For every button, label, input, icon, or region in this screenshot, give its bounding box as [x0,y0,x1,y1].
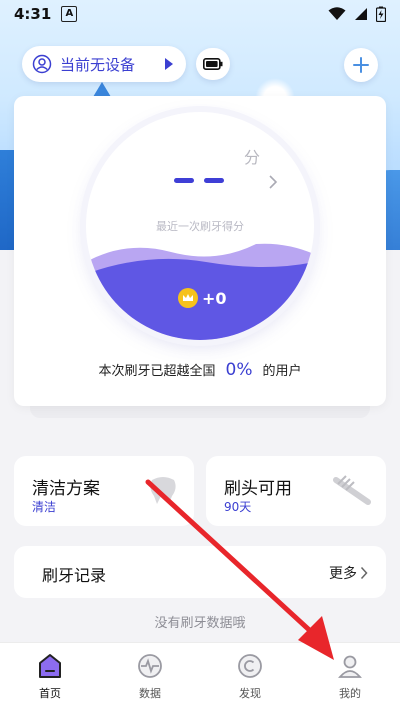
coin-crown-icon [178,288,198,308]
coin-reward: +0 [178,288,227,308]
user-circle-icon [32,54,52,74]
plus-icon [353,57,369,73]
status-bar: 4:31 A [0,0,400,28]
notification-a-icon: A [61,6,78,22]
records-more-link[interactable]: 更多 [329,563,368,583]
bottom-navigation: 首页 数据 发现 我的 [0,642,400,710]
discover-icon [238,654,262,678]
exceed-prefix: 本次刷牙已超越全国 [98,364,216,379]
records-title: 刷牙记录 [42,566,107,585]
score-caption: 最近一次刷牙得分 [156,220,244,233]
battery-icon [203,58,223,70]
chevron-right-icon [360,566,368,580]
device-selector[interactable]: 当前无设备 [22,46,186,82]
clean-plan-subtitle: 清洁 [32,500,57,514]
nav-discover[interactable]: 发现 [200,643,300,710]
score-value-placeholder [174,178,224,183]
device-label: 当前无设备 [60,55,136,74]
clean-plan-card[interactable]: 清洁方案 清洁 [14,456,194,526]
add-device-button[interactable] [344,48,378,82]
exceed-percent: 0% [225,360,253,380]
chevron-right-icon [269,175,278,189]
brushing-records-row[interactable]: 刷牙记录 更多 [14,546,386,598]
tooth-icon [150,477,176,504]
profile-icon [338,655,362,678]
nav-discover-label: 发现 [239,687,261,700]
play-icon [165,58,173,70]
empty-records-text: 没有刷牙数据哦 [154,616,246,631]
score-unit: 分 [244,148,261,167]
exceed-ranking: 本次刷牙已超越全国 0% 的用户 [14,360,386,380]
records-more-label: 更多 [329,566,357,582]
status-time: 4:31 [14,5,52,23]
score-circle[interactable]: 分 最近一次刷牙得分 +0 [86,112,314,340]
battery-charging-icon [376,6,386,22]
wifi-icon [328,7,346,20]
toothbrush-head-icon [333,475,371,505]
nav-data-label: 数据 [139,687,161,700]
nav-profile[interactable]: 我的 [300,643,400,710]
battery-button[interactable] [196,48,230,80]
exceed-suffix: 的用户 [262,364,302,379]
nav-profile-label: 我的 [339,687,361,700]
clean-plan-title: 清洁方案 [32,479,100,499]
nav-home-label: 首页 [39,687,61,700]
brush-head-title: 刷头可用 [224,479,292,499]
signal-icon [355,8,367,20]
app-screen: 4:31 A 当前无设备 分 最近一次刷牙得分 +0 本次刷牙已超越全国 0% … [0,0,400,710]
brush-head-subtitle: 90天 [224,500,252,514]
nav-home[interactable]: 首页 [0,643,100,710]
pulse-chart-icon [138,654,162,678]
coin-count: +0 [202,288,227,308]
home-icon [39,654,61,678]
nav-data[interactable]: 数据 [100,643,200,710]
brush-head-card[interactable]: 刷头可用 90天 [206,456,386,526]
